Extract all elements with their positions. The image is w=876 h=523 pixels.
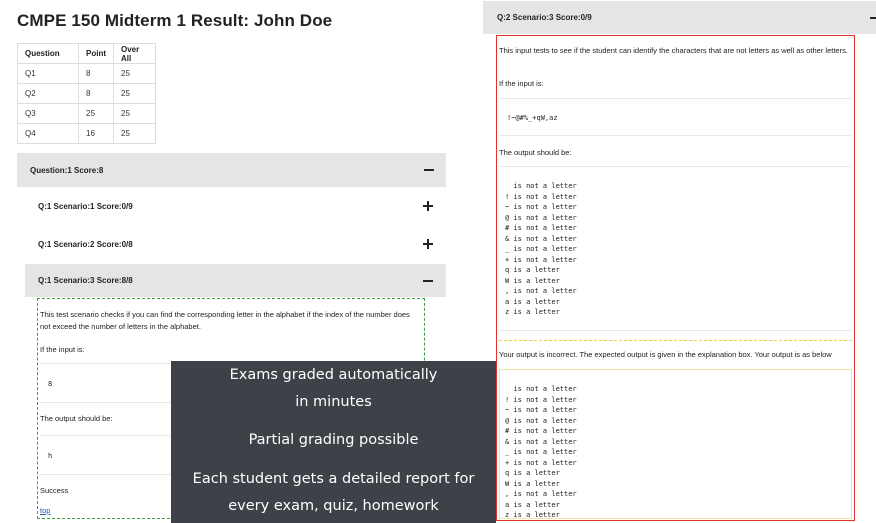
q2-scenario-3-header[interactable]: Q:2 Scenario:3 Score:0/9 xyxy=(483,1,876,34)
promo-line: every exam, quiz, homework xyxy=(228,498,439,514)
promo-line: in minutes xyxy=(295,394,372,410)
top-link[interactable]: top xyxy=(40,506,50,515)
output-line: a is a letter xyxy=(505,500,560,509)
score-table: Question Point Over All Q1 8 25 Q2 8 25 … xyxy=(17,43,156,144)
promo-line: Each student gets a detailed report for xyxy=(192,471,475,487)
output-line: ~ is not a letter xyxy=(505,406,577,414)
table-cell: Q2 xyxy=(17,83,79,104)
table-cell: Q1 xyxy=(17,63,79,84)
input-label: If the input is: xyxy=(40,345,85,354)
output-line: + is not a letter xyxy=(505,255,577,264)
output-line: a is a letter xyxy=(505,297,560,306)
output-line: # is not a letter xyxy=(505,224,577,232)
input-label: If the input is: xyxy=(499,79,544,88)
promo-line: Partial grading possible xyxy=(248,432,419,448)
output-line: , is not a letter xyxy=(505,287,577,295)
q2-scenario-3-detail: This input tests to see if the student c… xyxy=(496,35,855,521)
table-cell: 25 xyxy=(113,63,156,84)
output-line: @ is not a letter xyxy=(505,416,577,425)
expand-icon[interactable] xyxy=(423,201,433,211)
expand-icon[interactable] xyxy=(423,239,433,249)
output-value: h xyxy=(48,452,53,460)
table-cell: 8 xyxy=(78,83,114,104)
input-value: !~@#%_+qW,az xyxy=(507,114,558,122)
column-header: Point xyxy=(78,43,114,64)
output-line: W is a letter xyxy=(505,479,560,488)
output-line: ! is not a letter xyxy=(505,395,577,404)
expected-output-lines: is not a letter ! is not a letter ~ is not… xyxy=(505,181,577,318)
column-header: Question xyxy=(17,43,79,64)
table-header-row: Question Point Over All xyxy=(17,43,156,64)
collapse-icon[interactable] xyxy=(423,276,433,286)
output-line: z is a letter xyxy=(505,511,560,519)
output-label: The output should be: xyxy=(499,148,572,157)
scenario-description: This input tests to see if the student c… xyxy=(499,46,848,55)
scenario-2-label: Q:1 Scenario:2 Score:0/8 xyxy=(38,239,133,249)
page-title: CMPE 150 Midterm 1 Result: John Doe xyxy=(17,11,333,30)
promo-line: Exams graded automatically xyxy=(229,367,438,383)
scenario-1-header[interactable]: Q:1 Scenario:1 Score:0/9 xyxy=(17,187,446,225)
table-row: Q4 16 25 xyxy=(17,123,156,144)
output-line: W is a letter xyxy=(505,276,560,285)
table-cell: 25 xyxy=(78,103,114,124)
q2-scenario-3-label: Q:2 Scenario:3 Score:0/9 xyxy=(497,13,592,22)
output-line: ~ is not a letter xyxy=(505,203,577,211)
result-status: Success xyxy=(40,486,69,495)
output-line: ! is not a letter xyxy=(505,192,577,201)
output-line: _ is not a letter xyxy=(505,245,577,253)
output-line: # is not a letter xyxy=(505,427,577,435)
output-line: _ is not a letter xyxy=(505,448,577,456)
incorrect-message: Your output is incorrect. The expected o… xyxy=(499,350,832,359)
scenario-2-header[interactable]: Q:1 Scenario:2 Score:0/8 xyxy=(17,225,446,263)
output-line: q is a letter xyxy=(505,469,560,477)
table-row: Q2 8 25 xyxy=(17,83,156,104)
table-row: Q1 8 25 xyxy=(17,63,156,84)
divider xyxy=(499,340,852,341)
output-line: & is not a letter xyxy=(505,234,577,243)
column-header: Over All xyxy=(113,43,156,64)
output-line: & is not a letter xyxy=(505,437,577,446)
table-row: Q3 25 25 xyxy=(17,103,156,124)
table-cell: Q3 xyxy=(17,103,79,124)
scenario-description: This test scenario checks if you can fin… xyxy=(40,310,410,331)
table-cell: 25 xyxy=(113,83,156,104)
table-cell: Q4 xyxy=(17,123,79,144)
output-line: is not a letter xyxy=(505,385,577,393)
output-line: , is not a letter xyxy=(505,490,577,498)
table-cell: 25 xyxy=(113,123,156,144)
table-cell: 25 xyxy=(113,103,156,124)
output-line: is not a letter xyxy=(505,182,577,190)
table-cell: 8 xyxy=(78,63,114,84)
output-line: q is a letter xyxy=(505,266,560,274)
table-cell: 16 xyxy=(78,123,114,144)
actual-output-lines: is not a letter ! is not a letter ~ is not… xyxy=(505,384,577,520)
collapse-icon[interactable] xyxy=(870,13,876,23)
question-1-header[interactable]: Question:1 Score:8 xyxy=(17,153,446,187)
scenario-1-label: Q:1 Scenario:1 Score:0/9 xyxy=(38,201,133,211)
scenario-3-header[interactable]: Q:1 Scenario:3 Score:8/8 xyxy=(25,264,446,297)
input-value: 8 xyxy=(48,380,53,388)
output-line: @ is not a letter xyxy=(505,213,577,222)
question-1-header-label: Question:1 Score:8 xyxy=(30,165,104,175)
output-line: z is a letter xyxy=(505,308,560,316)
collapse-icon[interactable] xyxy=(424,165,434,175)
scenario-3-label: Q:1 Scenario:3 Score:8/8 xyxy=(38,276,133,285)
input-code-box: !~@#%_+qW,az xyxy=(499,98,851,136)
output-label: The output should be: xyxy=(40,414,113,423)
output-line: + is not a letter xyxy=(505,458,577,467)
promo-overlay: Exams graded automatically in minutes Pa… xyxy=(171,361,496,523)
